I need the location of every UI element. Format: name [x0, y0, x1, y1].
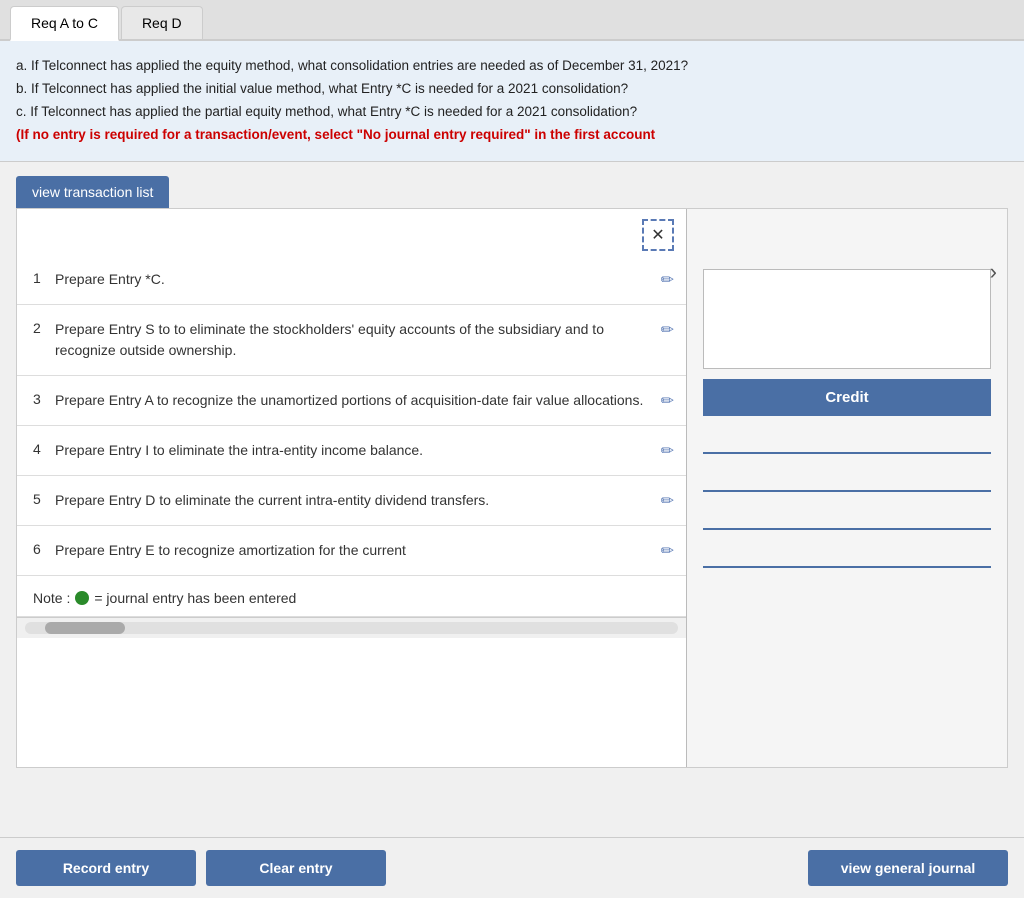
instruction-line3: c. If Telconnect has applied the partial…: [16, 101, 1008, 124]
edit-icon[interactable]: ✏: [661, 270, 674, 290]
scrollbar-track[interactable]: [25, 622, 678, 634]
tab-req-d[interactable]: Req D: [121, 6, 203, 39]
row-text: Prepare Entry D to eliminate the current…: [55, 490, 651, 511]
instruction-line2: b. If Telconnect has applied the initial…: [16, 78, 1008, 101]
list-item[interactable]: 4 Prepare Entry I to eliminate the intra…: [17, 426, 686, 476]
row-text: Prepare Entry I to eliminate the intra-e…: [55, 440, 651, 461]
credit-input-2[interactable]: [703, 462, 991, 492]
row-text: Prepare Entry *C.: [55, 269, 651, 290]
transaction-list-btn-wrap: view transaction list: [0, 162, 1024, 208]
close-button[interactable]: ✕: [642, 219, 674, 251]
scrollbar-thumb[interactable]: [45, 622, 125, 634]
right-input-area: Credit: [687, 209, 1007, 592]
close-btn-row: ✕: [17, 209, 686, 255]
top-input-box[interactable]: [703, 269, 991, 369]
note-row: Note : = journal entry has been entered: [17, 576, 686, 617]
close-icon: ✕: [651, 225, 664, 245]
credit-label: Credit: [703, 379, 991, 416]
note-text: = journal entry has been entered: [94, 590, 296, 606]
main-content: ✕ 1 Prepare Entry *C. ✏ 2 Prepare Entry …: [16, 208, 1008, 768]
credit-input-3[interactable]: [703, 500, 991, 530]
list-item[interactable]: 2 Prepare Entry S to to eliminate the st…: [17, 305, 686, 376]
tab-req-a-c[interactable]: Req A to C: [10, 6, 119, 41]
list-item[interactable]: 5 Prepare Entry D to eliminate the curre…: [17, 476, 686, 526]
row-number: 5: [33, 490, 55, 507]
chevron-right-icon[interactable]: ›: [990, 259, 997, 285]
edit-icon[interactable]: ✏: [661, 491, 674, 511]
green-dot-icon: [75, 591, 89, 605]
edit-icon[interactable]: ✏: [661, 541, 674, 561]
scrollbar-row[interactable]: [17, 617, 686, 638]
list-item[interactable]: 1 Prepare Entry *C. ✏: [17, 255, 686, 305]
credit-input-4[interactable]: [703, 538, 991, 568]
row-text: Prepare Entry A to recognize the unamort…: [55, 390, 651, 411]
note-label: Note :: [33, 590, 70, 606]
list-item[interactable]: 6 Prepare Entry E to recognize amortizat…: [17, 526, 686, 576]
row-number: 4: [33, 440, 55, 457]
row-number: 1: [33, 269, 55, 286]
instruction-area: a. If Telconnect has applied the equity …: [0, 41, 1024, 162]
bottom-buttons: Record entry Clear entry view general jo…: [0, 837, 1024, 898]
row-number: 2: [33, 319, 55, 336]
edit-icon[interactable]: ✏: [661, 391, 674, 411]
row-number: 3: [33, 390, 55, 407]
instruction-line1: a. If Telconnect has applied the equity …: [16, 55, 1008, 78]
clear-entry-button[interactable]: Clear entry: [206, 850, 386, 886]
right-panel: › Credit: [687, 209, 1007, 767]
instruction-warning: (If no entry is required for a transacti…: [16, 124, 1008, 147]
row-text: Prepare Entry E to recognize amortizatio…: [55, 540, 651, 561]
record-entry-button[interactable]: Record entry: [16, 850, 196, 886]
view-transaction-list-button[interactable]: view transaction list: [16, 176, 169, 208]
transaction-list-panel: ✕ 1 Prepare Entry *C. ✏ 2 Prepare Entry …: [17, 209, 687, 767]
tabs-bar: Req A to C Req D: [0, 0, 1024, 41]
credit-input-1[interactable]: [703, 424, 991, 454]
edit-icon[interactable]: ✏: [661, 320, 674, 340]
view-general-journal-button[interactable]: view general journal: [808, 850, 1008, 886]
edit-icon[interactable]: ✏: [661, 441, 674, 461]
row-number: 6: [33, 540, 55, 557]
row-text: Prepare Entry S to to eliminate the stoc…: [55, 319, 651, 361]
list-item[interactable]: 3 Prepare Entry A to recognize the unamo…: [17, 376, 686, 426]
